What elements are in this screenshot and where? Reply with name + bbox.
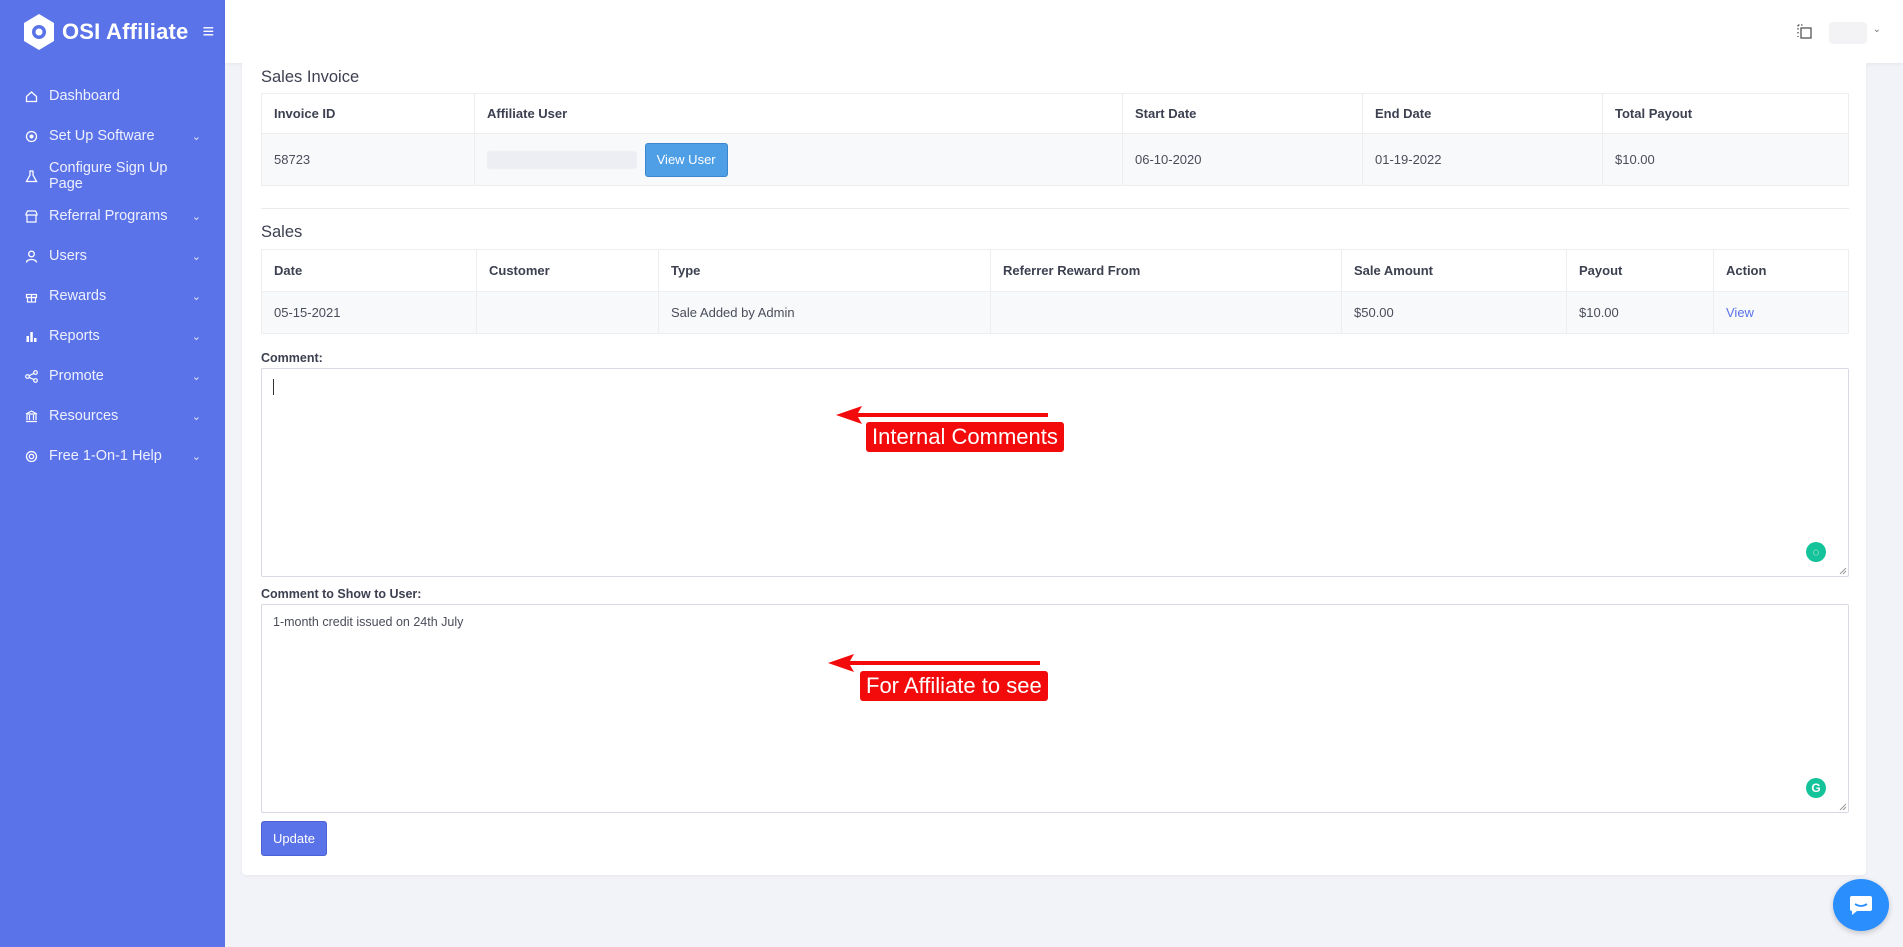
sidebar-item-rewards[interactable]: Rewards ⌄ [0, 276, 225, 316]
sales-table: Date Customer Type Referrer Reward From … [261, 249, 1849, 334]
col-affiliate-user: Affiliate User [474, 93, 1123, 134]
annotation-internal-comments: Internal Comments [866, 422, 1064, 452]
brand-name: OSI Affiliate [62, 19, 189, 44]
view-sale-link[interactable]: View [1726, 305, 1754, 320]
divider [261, 208, 1849, 209]
life-ring-icon [25, 450, 38, 463]
sidebar: OSI Affiliate ≡ Dashboard Set Up Softwar… [0, 0, 225, 947]
sales-section-title: Sales [261, 223, 303, 241]
invoice-id: 58723 [261, 133, 475, 186]
start-date: 06-10-2020 [1122, 133, 1363, 186]
user-comment-value: 1-month credit issued on 24th July [273, 615, 464, 629]
sidebar-item-reports[interactable]: Reports ⌄ [0, 316, 225, 356]
sidebar-item-free-help[interactable]: Free 1-On-1 Help ⌄ [0, 436, 225, 476]
col-customer: Customer [476, 249, 659, 292]
col-action: Action [1713, 249, 1849, 292]
col-type: Type [658, 249, 991, 292]
affiliate-user-redacted [487, 150, 637, 169]
sidebar-item-label: Users [49, 248, 87, 264]
sidebar-item-resources[interactable]: Resources ⌄ [0, 396, 225, 436]
sidebar-item-set-up-software[interactable]: Set Up Software ⌄ [0, 116, 225, 156]
col-invoice-id: Invoice ID [261, 93, 475, 134]
home-icon [25, 90, 38, 103]
col-end-date: End Date [1362, 93, 1603, 134]
comment-field[interactable]: ◌ [261, 368, 1849, 577]
text-caret [273, 379, 274, 395]
sale-amount: $50.00 [1341, 291, 1567, 334]
sidebar-item-label: Resources [49, 408, 119, 424]
resize-handle-icon[interactable] [1839, 567, 1847, 575]
col-payout: Payout [1566, 249, 1714, 292]
invoice-section-title: Sales Invoice [261, 68, 360, 86]
total-payout: $10.00 [1602, 133, 1849, 186]
sale-type: Sale Added by Admin [658, 291, 991, 334]
table-row: 05-15-2021 Sale Added by Admin $50.00 $1… [261, 291, 1849, 334]
sidebar-nav: Dashboard Set Up Software ⌄ Configure Si… [0, 76, 225, 476]
sidebar-item-referral-programs[interactable]: Referral Programs ⌄ [0, 196, 225, 236]
logo-icon [22, 13, 56, 51]
grammarly-icon[interactable]: G [1806, 778, 1826, 798]
user-comment-label: Comment to Show to User: [261, 587, 422, 601]
chevron-down-icon: ⌄ [191, 370, 201, 383]
flask-icon [25, 169, 38, 183]
table-row: 58723 View User 06-10-2020 01-19-2022 $1… [261, 133, 1849, 186]
chat-widget-button[interactable] [1833, 879, 1889, 931]
end-date: 01-19-2022 [1362, 133, 1603, 186]
sidebar-item-label: Set Up Software [49, 128, 155, 144]
share-icon [25, 369, 38, 383]
topbar: ⌄ [225, 0, 1903, 63]
col-total-payout: Total Payout [1602, 93, 1849, 134]
settings-icon [25, 130, 38, 143]
col-start-date: Start Date [1122, 93, 1363, 134]
invoice-card: Sales Invoice Invoice ID Affiliate User … [242, 63, 1866, 875]
bar-chart-icon [25, 330, 38, 343]
fullscreen-icon[interactable] [1795, 22, 1815, 42]
update-button[interactable]: Update [261, 821, 327, 856]
sidebar-item-label: Referral Programs [49, 208, 168, 224]
sidebar-item-label: Dashboard [49, 88, 120, 104]
sale-referrer-reward-from [990, 291, 1342, 334]
invoice-table: Invoice ID Affiliate User Start Date End… [261, 93, 1849, 186]
col-referrer-reward-from: Referrer Reward From [990, 249, 1342, 292]
brand: OSI Affiliate ≡ [0, 0, 225, 64]
col-sale-amount: Sale Amount [1341, 249, 1567, 292]
view-user-button[interactable]: View User [644, 142, 728, 177]
col-date: Date [261, 249, 477, 292]
user-icon [25, 250, 38, 263]
chevron-down-icon: ⌄ [191, 450, 201, 463]
annotation-for-affiliate: For Affiliate to see [860, 671, 1048, 701]
user-avatar[interactable] [1829, 22, 1867, 44]
chevron-down-icon: ⌄ [191, 250, 201, 263]
chevron-down-icon: ⌄ [191, 330, 201, 343]
comment-label: Comment: [261, 351, 323, 365]
chevron-down-icon[interactable]: ⌄ [1873, 24, 1881, 35]
chevron-down-icon: ⌄ [191, 290, 201, 303]
user-comment-field[interactable]: 1-month credit issued on 24th July G [261, 604, 1849, 813]
grammarly-icon[interactable]: ◌ [1806, 542, 1826, 562]
sale-payout: $10.00 [1566, 291, 1714, 334]
resize-handle-icon[interactable] [1839, 803, 1847, 811]
chat-icon [1850, 896, 1872, 915]
sidebar-item-label: Rewards [49, 288, 107, 304]
sidebar-item-label: Configure Sign Up Page [49, 160, 168, 192]
sidebar-item-label: Promote [49, 368, 104, 384]
chevron-down-icon: ⌄ [191, 210, 201, 223]
sidebar-item-users[interactable]: Users ⌄ [0, 236, 225, 276]
chevron-down-icon: ⌄ [191, 130, 201, 143]
sidebar-item-configure-sign-up-page[interactable]: Configure Sign Up Page [0, 156, 225, 196]
menu-toggle-icon[interactable]: ≡ [202, 21, 214, 44]
bank-icon [25, 409, 38, 423]
gift-icon [25, 290, 38, 303]
sale-date: 05-15-2021 [261, 291, 477, 334]
chevron-down-icon: ⌄ [191, 410, 201, 423]
sidebar-item-label: Reports [49, 328, 100, 344]
sidebar-item-label: Free 1-On-1 Help [49, 448, 162, 464]
sale-customer [476, 291, 659, 334]
store-icon [25, 209, 38, 223]
sidebar-item-dashboard[interactable]: Dashboard [0, 76, 225, 116]
affiliate-user-cell: View User [474, 133, 1123, 186]
sidebar-item-promote[interactable]: Promote ⌄ [0, 356, 225, 396]
